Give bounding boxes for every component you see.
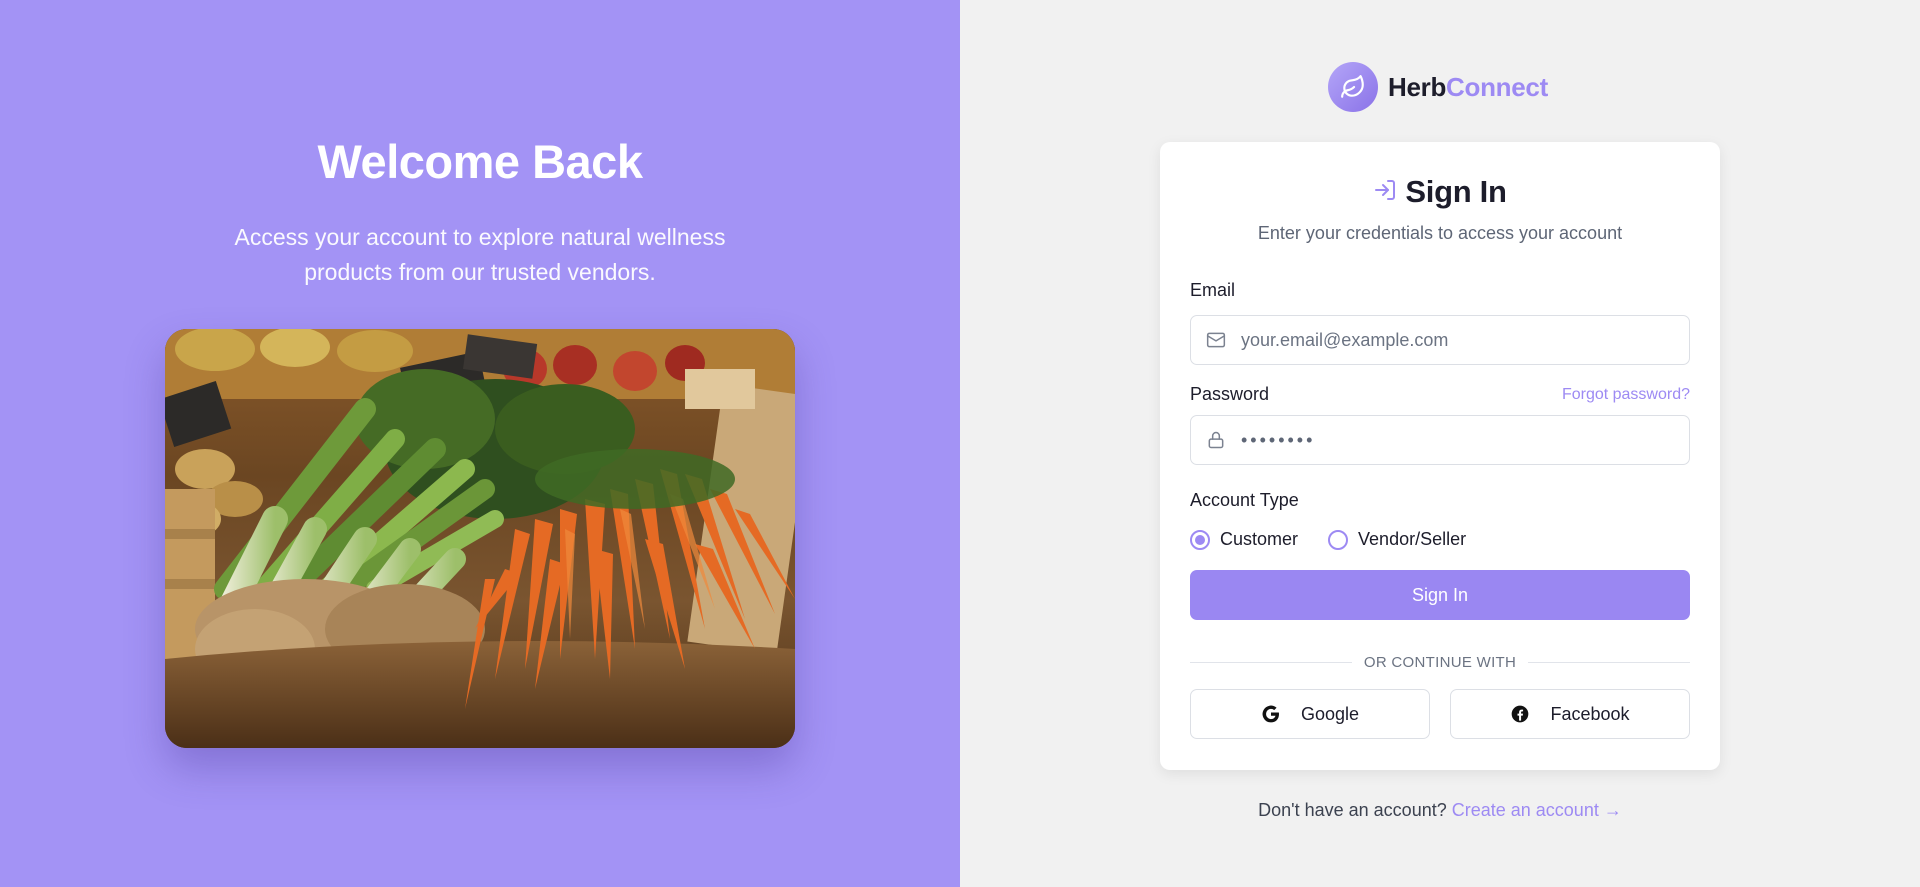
signin-title: Sign In [1405, 174, 1507, 209]
facebook-icon [1510, 704, 1530, 724]
facebook-button[interactable]: Facebook [1450, 689, 1690, 739]
brand-name: HerbConnect [1388, 72, 1548, 103]
signin-header: Sign In [1160, 174, 1720, 210]
google-button[interactable]: Google [1190, 689, 1430, 739]
radio-vendor-label[interactable]: Vendor/Seller [1358, 529, 1466, 550]
signup-prompt: Don't have an account? Create an account … [960, 800, 1920, 821]
radio-customer-indicator[interactable] [1190, 529, 1210, 550]
account-type-group: Customer Vendor/Seller [1190, 529, 1496, 550]
email-input[interactable] [1241, 329, 1661, 351]
password-field[interactable]: •••••••• [1190, 415, 1690, 465]
welcome-title: Welcome Back [317, 135, 643, 188]
lock-icon [1191, 430, 1241, 450]
forgot-password-link[interactable]: Forgot password? [1562, 386, 1690, 404]
google-icon [1261, 704, 1281, 724]
brand-name-part2: Connect [1446, 71, 1548, 102]
create-account-link[interactable]: Create an account → [1452, 800, 1622, 820]
password-input[interactable]: •••••••• [1241, 430, 1315, 451]
brand-logo-group[interactable]: HerbConnect [1328, 62, 1548, 112]
divider-text: OR CONTINUE WITH [1363, 653, 1517, 671]
signin-card: Sign In Enter your credentials to access… [1160, 142, 1720, 770]
social-divider: OR CONTINUE WITH [1190, 652, 1691, 672]
password-label: Password [1190, 384, 1270, 404]
produce-market-photo [165, 329, 795, 748]
email-field[interactable] [1190, 315, 1690, 365]
login-icon [1373, 178, 1397, 207]
brand-name-part1: Herb [1388, 71, 1447, 102]
divider-line-right [1528, 661, 1691, 663]
google-button-label: Google [1300, 703, 1360, 724]
account-type-label: Account Type [1190, 490, 1299, 510]
radio-customer[interactable]: Customer [1190, 529, 1298, 550]
radio-customer-label[interactable]: Customer [1220, 529, 1298, 550]
divider-line-left [1190, 661, 1352, 663]
signin-subtitle: Enter your credentials to access your ac… [1257, 223, 1623, 243]
radio-vendor-indicator[interactable] [1328, 529, 1349, 550]
sign-in-button[interactable]: Sign In [1190, 570, 1690, 620]
facebook-button-label: Facebook [1550, 703, 1630, 724]
hero-panel: Welcome Back Access your account to expl… [0, 0, 960, 887]
email-label: Email [1190, 280, 1236, 300]
radio-vendor[interactable]: Vendor/Seller [1328, 529, 1466, 550]
mail-icon [1191, 330, 1241, 350]
signup-prompt-text: Don't have an account? [1258, 800, 1447, 820]
welcome-subtitle: Access your account to explore natural w… [234, 224, 726, 285]
leaf-icon [1328, 62, 1378, 112]
